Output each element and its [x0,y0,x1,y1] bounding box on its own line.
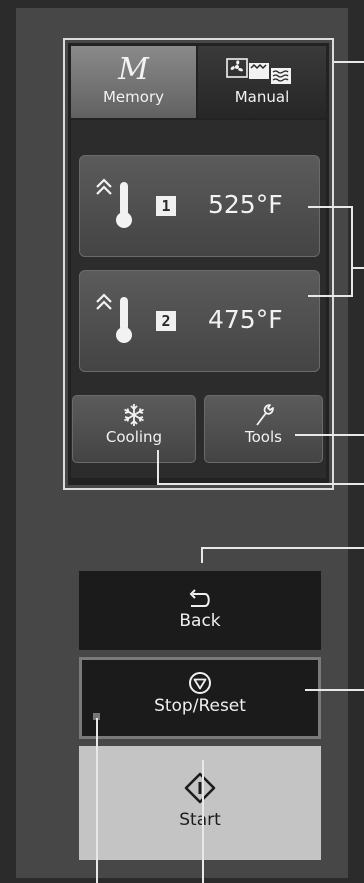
callout-lines [96,61,364,883]
